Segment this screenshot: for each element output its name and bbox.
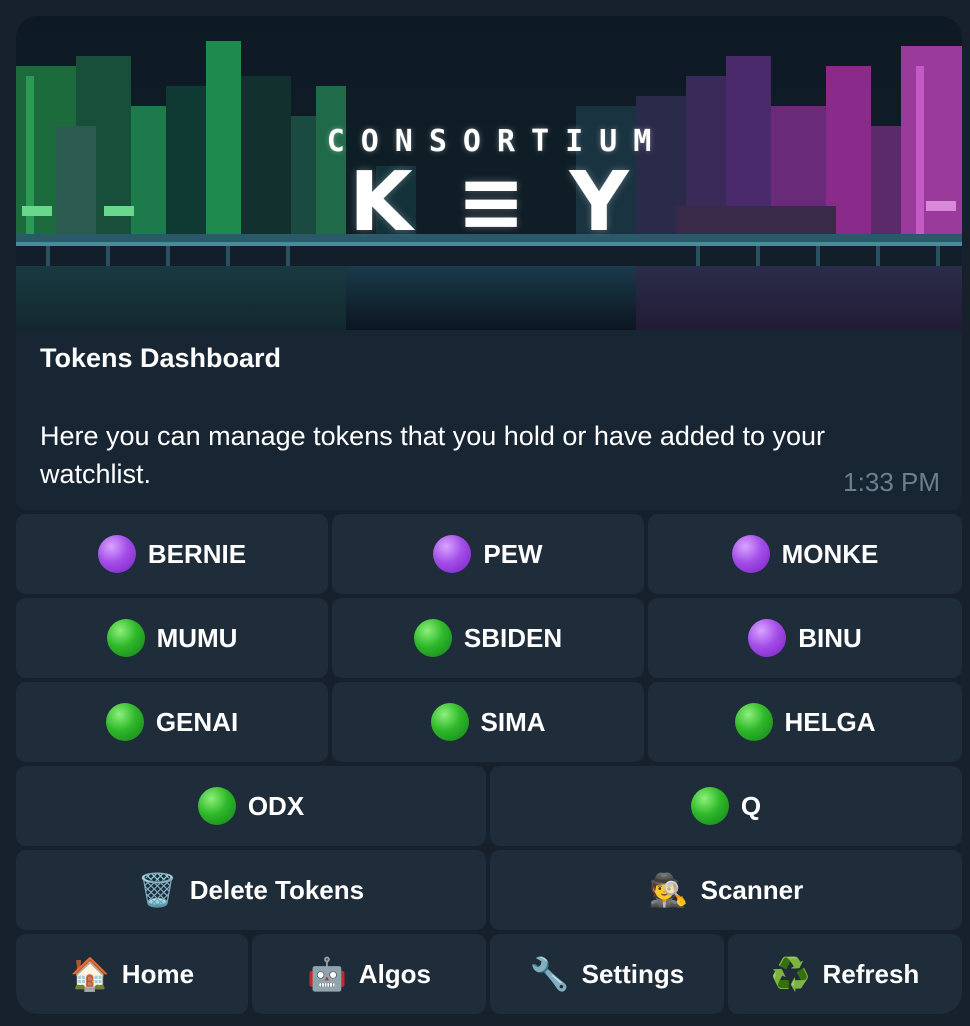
green-circle-icon <box>690 787 729 825</box>
home-label: Home <box>121 958 195 989</box>
wrench-icon: 🔧 <box>529 956 570 992</box>
green-circle-icon <box>105 703 144 741</box>
banner-brand-main: K≡Y <box>349 155 673 250</box>
banner-image: CONSORTIUM K≡Y <box>16 16 962 330</box>
token-button-q[interactable]: Q <box>490 766 962 846</box>
token-label: SIMA <box>480 706 546 737</box>
token-label: PEW <box>483 538 543 569</box>
token-label: Q <box>740 790 762 821</box>
scanner-button[interactable]: 🕵️ Scanner <box>490 850 962 930</box>
purple-circle-icon <box>433 535 472 573</box>
delete-tokens-button[interactable]: 🗑️ Delete Tokens <box>16 850 486 930</box>
green-circle-icon <box>734 703 773 741</box>
token-button-pew[interactable]: PEW <box>332 514 644 594</box>
token-button-odx[interactable]: ODX <box>16 766 486 846</box>
bot-message: CONSORTIUM K≡Y Tokens Dashboard Here you… <box>16 16 962 510</box>
green-circle-icon <box>413 619 452 657</box>
message-body: Here you can manage tokens that you hold… <box>40 421 826 489</box>
banner-brand-top: CONSORTIUM <box>326 124 668 159</box>
token-label: BERNIE <box>147 538 247 569</box>
robot-icon: 🤖 <box>306 956 347 992</box>
token-button-genai[interactable]: GENAI <box>16 682 328 762</box>
token-label: ODX <box>247 790 305 821</box>
token-button-mumu[interactable]: MUMU <box>16 598 328 678</box>
token-label: SBIDEN <box>463 622 563 653</box>
settings-label: Settings <box>581 958 685 989</box>
green-circle-icon <box>430 703 469 741</box>
purple-circle-icon <box>97 535 136 573</box>
delete-tokens-label: Delete Tokens <box>189 874 365 905</box>
scanner-label: Scanner <box>700 874 804 905</box>
token-button-monke[interactable]: MONKE <box>648 514 962 594</box>
token-button-binu[interactable]: BINU <box>648 598 962 678</box>
purple-circle-icon <box>748 619 787 657</box>
refresh-label: Refresh <box>822 958 920 989</box>
settings-button[interactable]: 🔧 Settings <box>490 934 724 1014</box>
wastebasket-icon: 🗑️ <box>137 872 178 908</box>
token-button-sbiden[interactable]: SBIDEN <box>332 598 644 678</box>
house-icon: 🏠 <box>69 956 110 992</box>
recycle-icon: ♻️ <box>770 956 811 992</box>
token-label: MUMU <box>156 622 238 653</box>
green-circle-icon <box>106 619 145 657</box>
green-circle-icon <box>197 787 236 825</box>
purple-circle-icon <box>731 535 770 573</box>
home-button[interactable]: 🏠 Home <box>16 934 248 1014</box>
token-button-sima[interactable]: SIMA <box>332 682 644 762</box>
detective-icon: 🕵️ <box>648 872 689 908</box>
token-label: BINU <box>798 622 862 653</box>
algos-button[interactable]: 🤖 Algos <box>252 934 486 1014</box>
message-title: Tokens Dashboard <box>40 343 282 373</box>
token-label: GENAI <box>155 706 239 737</box>
message-timestamp: 1:33 PM <box>843 467 940 497</box>
refresh-button[interactable]: ♻️ Refresh <box>728 934 962 1014</box>
token-button-bernie[interactable]: BERNIE <box>16 514 328 594</box>
algos-label: Algos <box>358 958 432 989</box>
banner-logo: CONSORTIUM K≡Y <box>16 16 962 330</box>
token-label: HELGA <box>784 706 876 737</box>
token-button-helga[interactable]: HELGA <box>648 682 962 762</box>
token-label: MONKE <box>781 538 879 569</box>
